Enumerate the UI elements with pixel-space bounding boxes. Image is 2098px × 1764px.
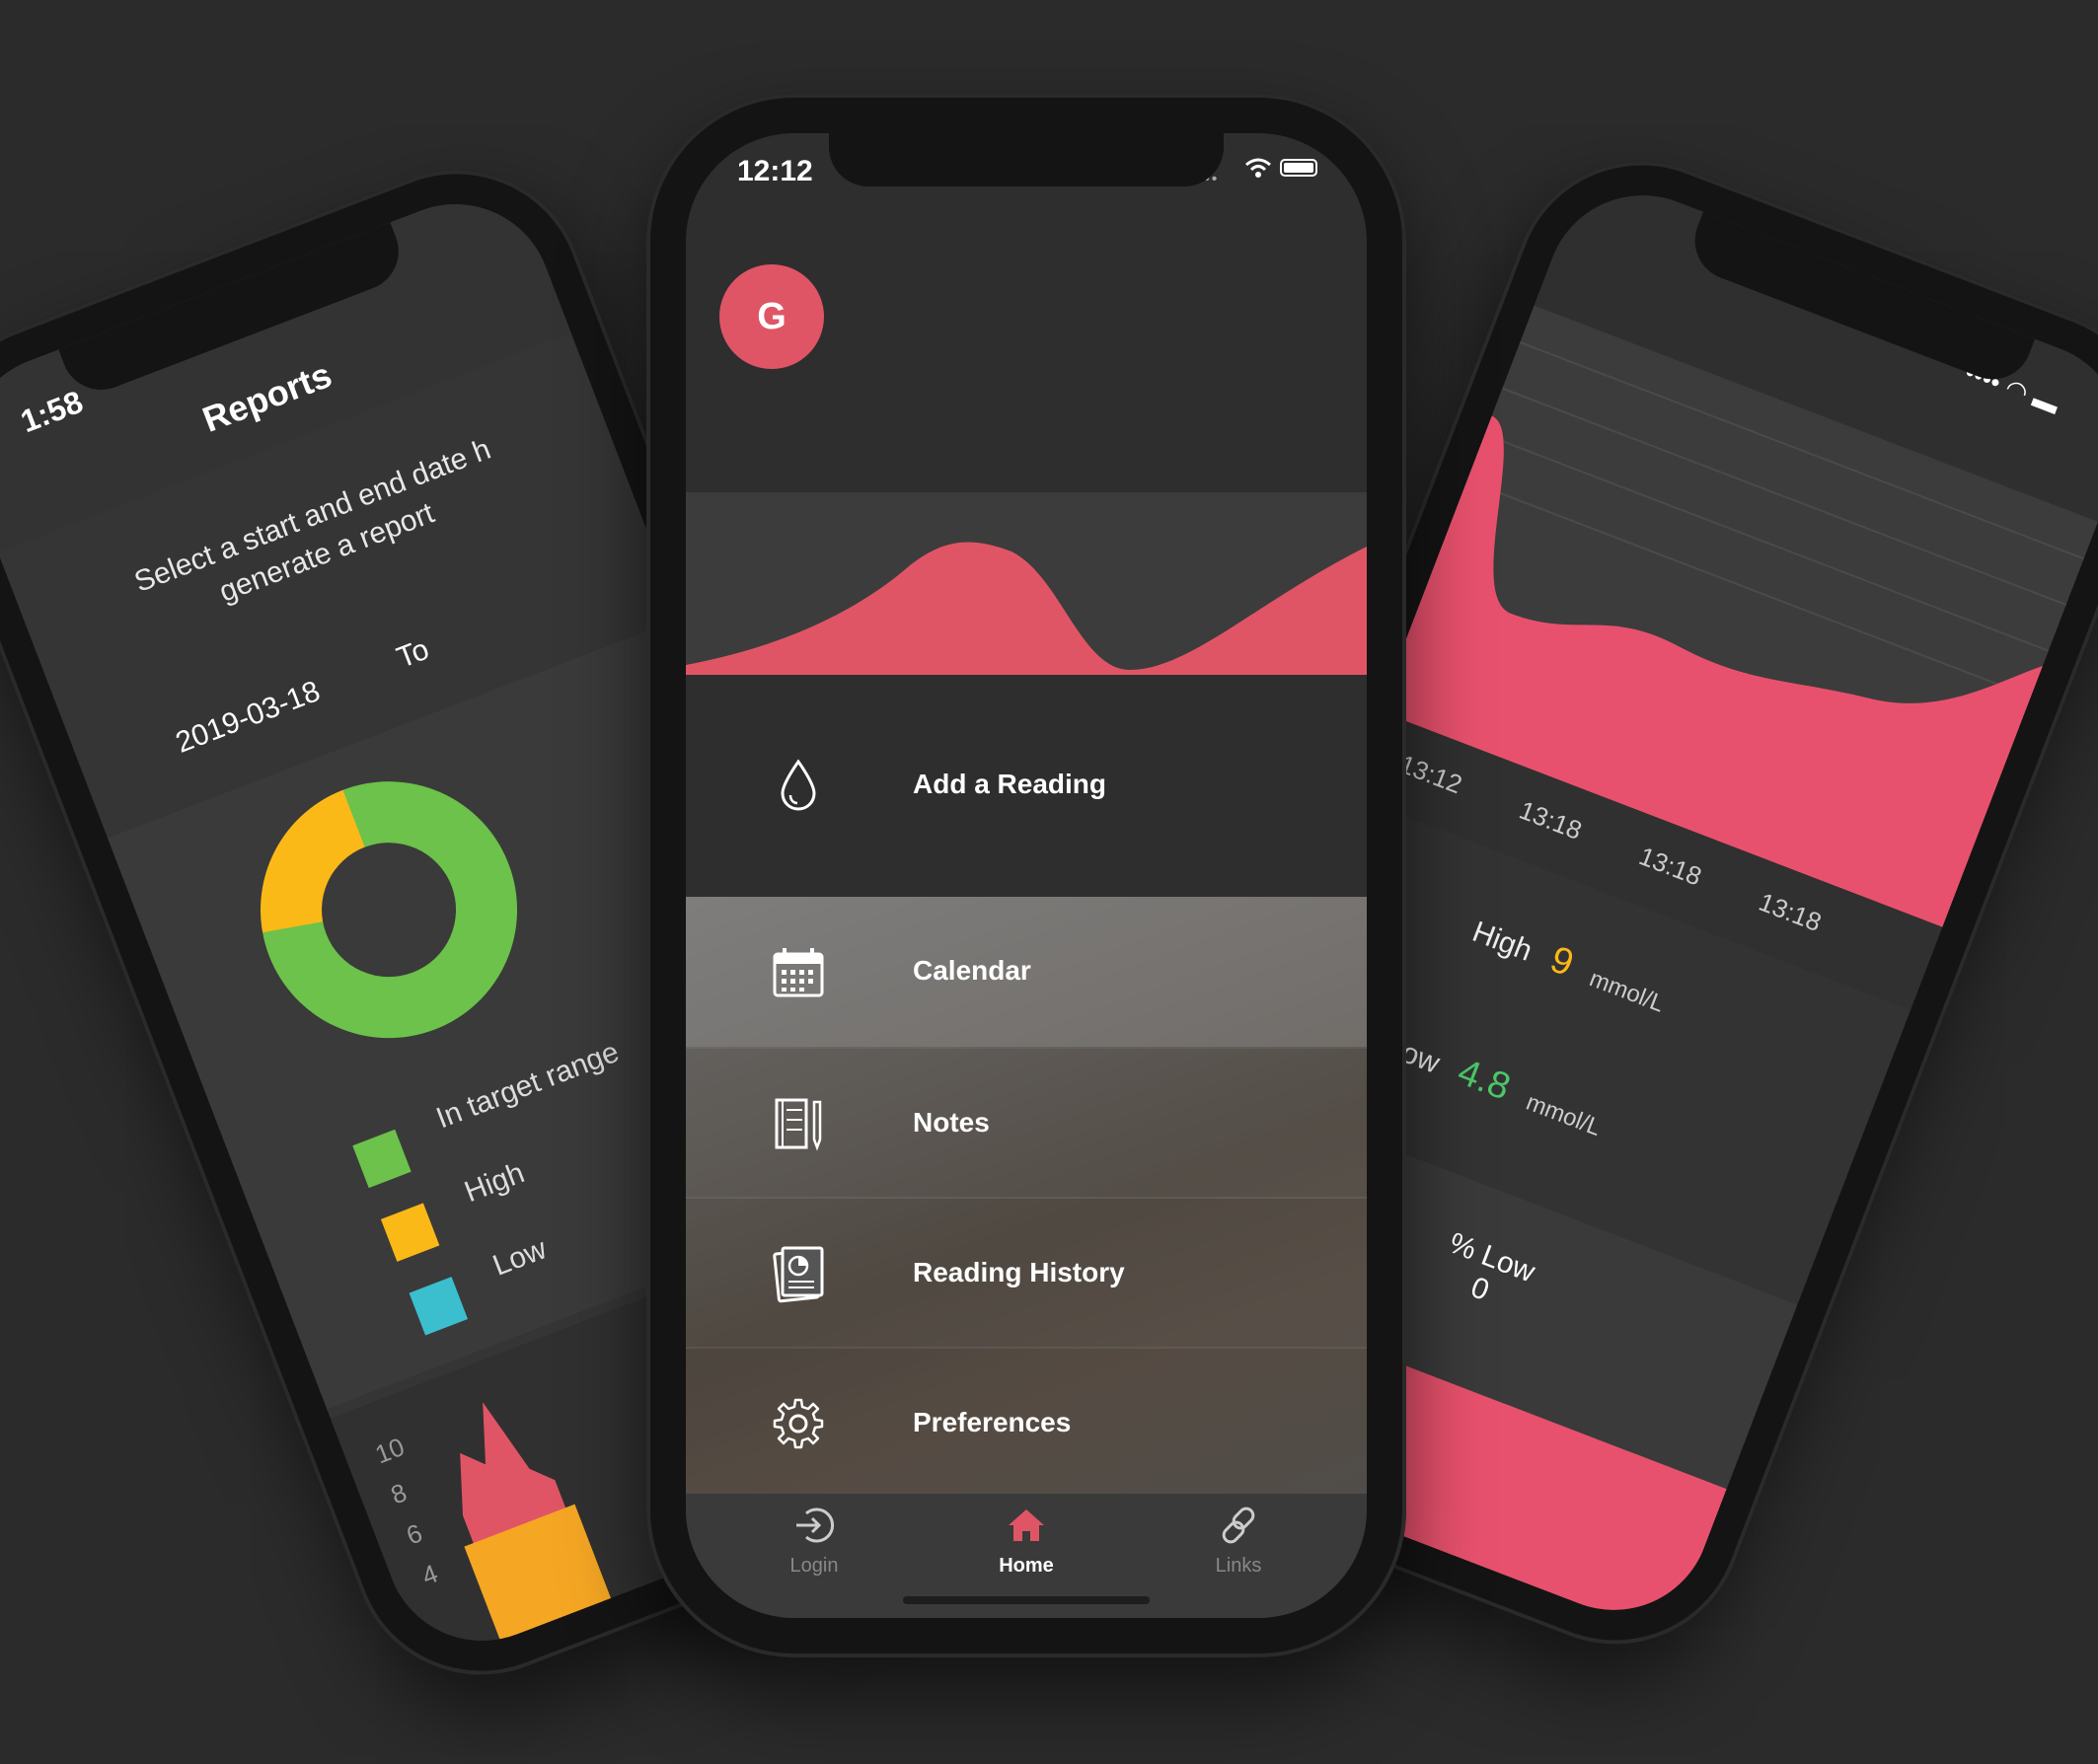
wifi-icon (1245, 158, 1271, 178)
tab-label: Login (789, 1555, 839, 1577)
menu-label: Preferences (913, 1407, 1072, 1437)
legend-item-high: High (374, 1156, 529, 1275)
range-donut-chart (223, 744, 555, 1076)
chart-legend: In target range High Low (345, 1036, 624, 1349)
menu-item-notes[interactable]: Notes (686, 1047, 1367, 1199)
time-tick: 13:18 (1515, 794, 1587, 845)
home-phone: 12:12 •••• G Add a Reading (646, 94, 1406, 1657)
tab-label: Home (999, 1555, 1054, 1577)
home-indicator (903, 1596, 1150, 1604)
high-unit: mmol/L (1585, 965, 1669, 1018)
menu-item-add-reading[interactable]: Add a Reading (686, 710, 1367, 860)
login-icon (796, 1507, 835, 1543)
high-stat: High 9 mmol/L (1466, 909, 1672, 1021)
low-unit: mmol/L (1522, 1088, 1605, 1141)
calendar-icon (773, 948, 824, 997)
glucose-wave-chart (686, 492, 1367, 675)
menu-label: Reading History (913, 1257, 1125, 1287)
tab-bar: Login Home Links (686, 1494, 1367, 1618)
tab-login[interactable]: Login (745, 1504, 883, 1578)
menu-label: Calendar (913, 955, 1031, 986)
high-label: High (1467, 915, 1536, 968)
menu-item-calendar[interactable]: Calendar (686, 897, 1367, 1047)
legend-item-in-target: In target range (345, 1036, 624, 1202)
status-time: 1:58 (15, 383, 88, 440)
time-tick: 13:18 (1634, 841, 1706, 892)
legend-item-low: Low (402, 1232, 551, 1349)
start-date-field[interactable]: 2019-03-18 (172, 675, 325, 761)
high-value: 9 (1544, 938, 1580, 986)
legend-label: In target range (431, 1035, 624, 1136)
legend-label: High (460, 1156, 529, 1210)
time-tick: 13:18 (1755, 886, 1826, 938)
low-stat: Low 4.8 mmol/L (1381, 1024, 1609, 1145)
menu-label: Add a Reading (913, 769, 1107, 799)
gear-icon (773, 1398, 824, 1449)
legend-swatch (352, 1129, 412, 1189)
tab-links[interactable]: Links (1169, 1504, 1308, 1578)
menu-item-reading-history[interactable]: Reading History (686, 1197, 1367, 1349)
water-drop-icon (781, 759, 816, 811)
add-reading-button[interactable]: Add a Reading (686, 675, 1367, 897)
link-icon (1222, 1507, 1255, 1544)
legend-swatch (409, 1277, 469, 1336)
notes-icon (775, 1098, 822, 1151)
reading-history-icon (773, 1246, 824, 1303)
tab-label: Links (1215, 1555, 1262, 1577)
end-date-label[interactable]: To (393, 633, 434, 676)
low-value: 4.8 (1452, 1051, 1516, 1109)
home-screen: 12:12 •••• G Add a Reading (686, 133, 1367, 1618)
menu-item-preferences[interactable]: Preferences (686, 1347, 1367, 1499)
notch (829, 133, 1224, 186)
legend-swatch (380, 1203, 440, 1262)
avatar[interactable]: G (719, 264, 824, 369)
tab-home[interactable]: Home (957, 1504, 1095, 1578)
menu-label: Notes (913, 1107, 990, 1138)
battery-icon (1280, 159, 1317, 177)
menu-background: Calendar Notes Reading History Preferenc… (686, 897, 1367, 1499)
status-time: 12:12 (737, 155, 813, 187)
home-icon (1009, 1509, 1044, 1541)
glucose-wave-plot (686, 542, 1367, 675)
